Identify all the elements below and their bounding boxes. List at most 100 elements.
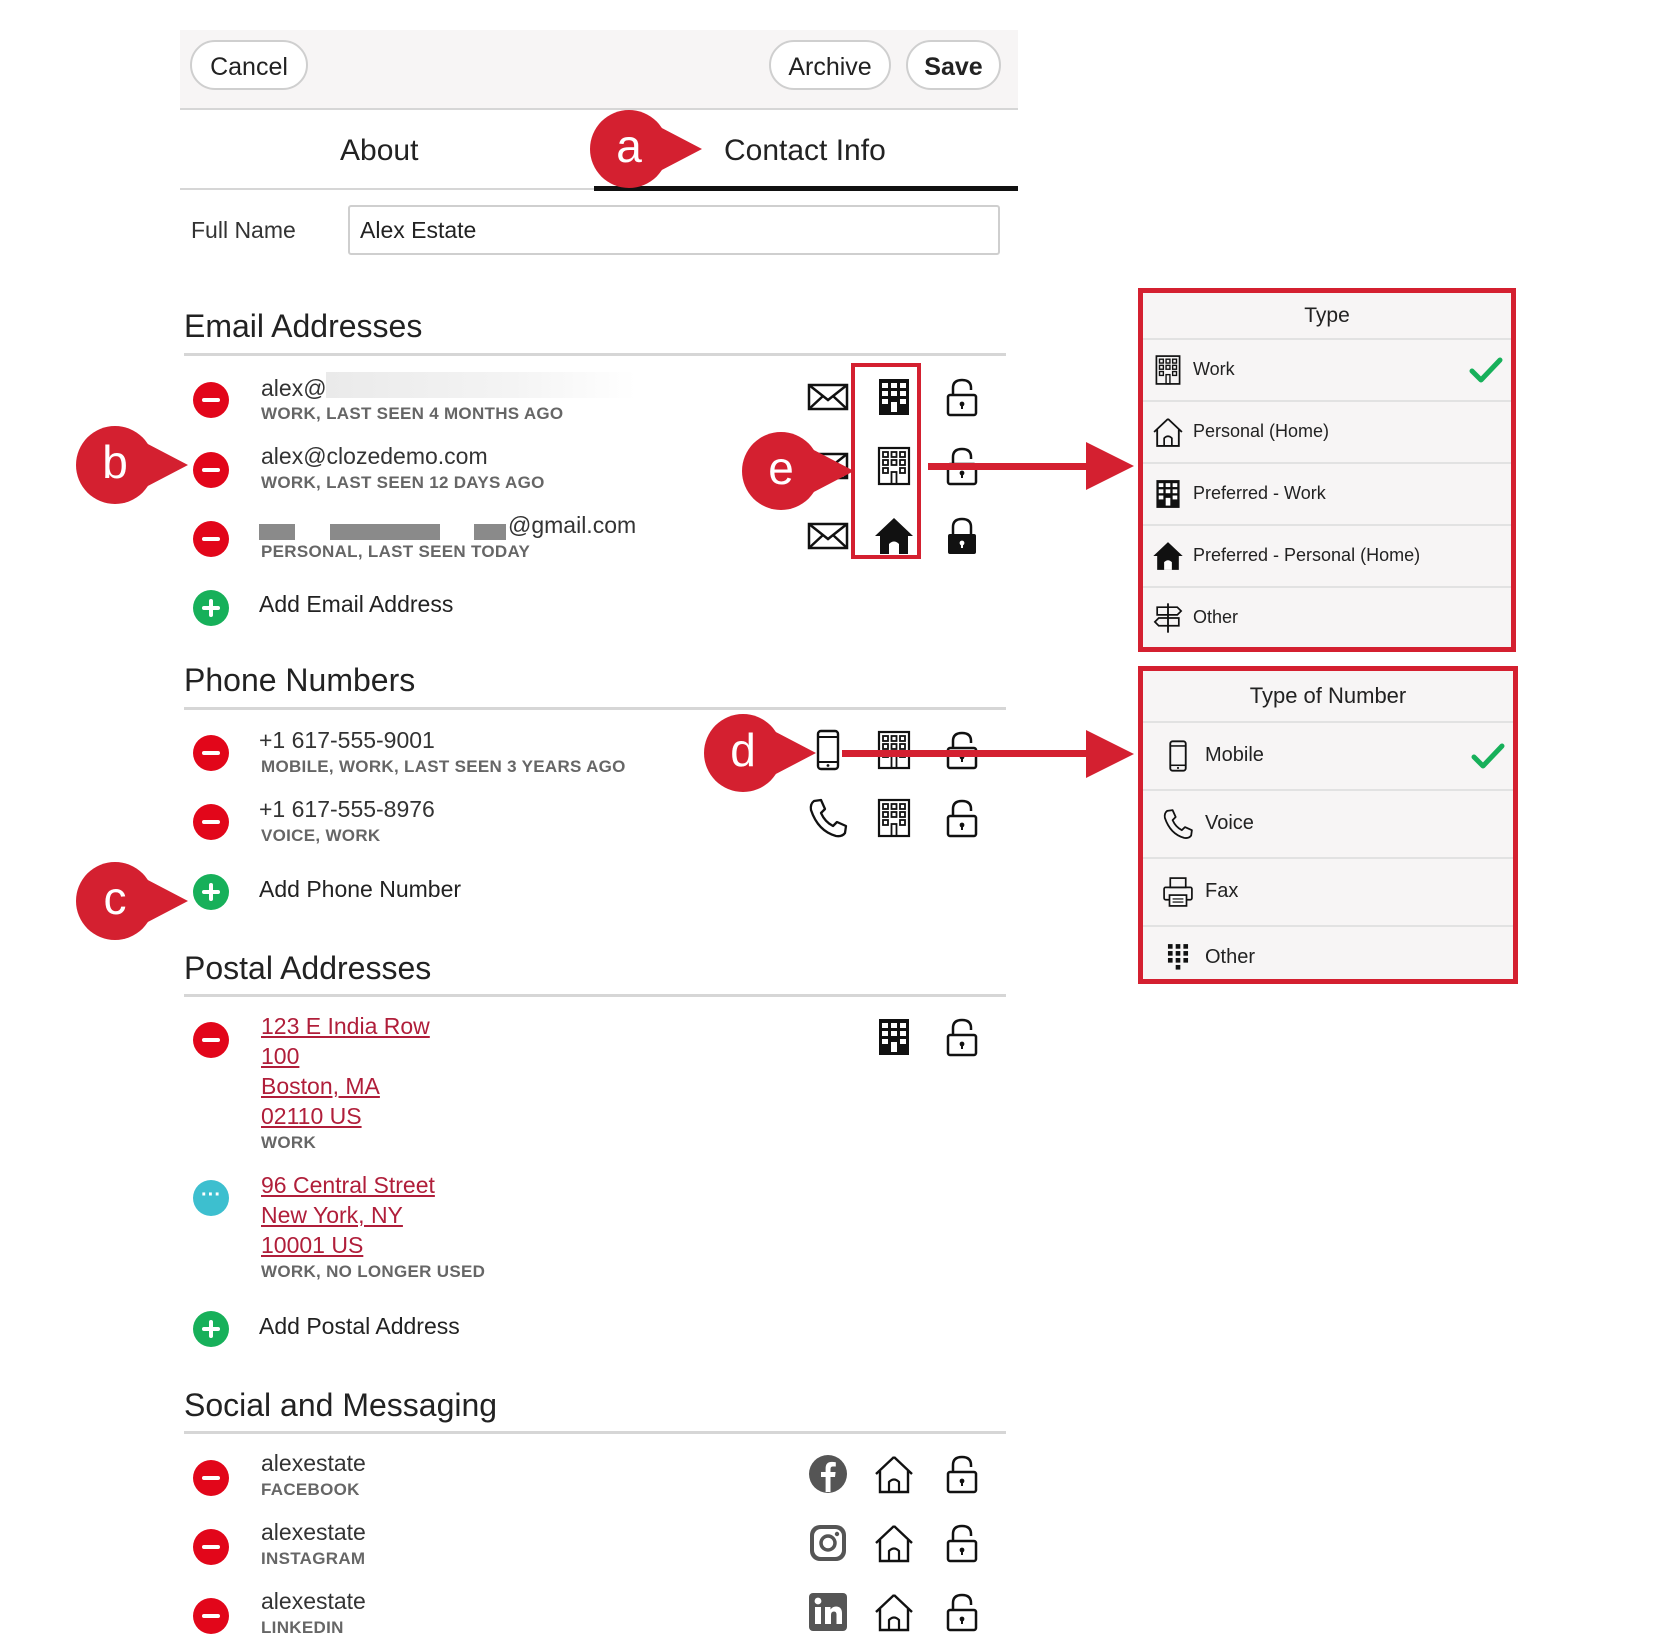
highlight-box [851,363,921,559]
remove-phone-button[interactable] [193,804,229,840]
social-handle[interactable]: alexestate [261,1519,366,1546]
lock-open-icon[interactable] [940,1015,984,1059]
number-option-mobile[interactable]: Mobile [1143,723,1513,791]
email-address[interactable]: @gmail.com [508,512,636,539]
email-meta: WORK, LAST SEEN 4 MONTHS AGO [261,404,564,423]
remove-email-button[interactable] [193,382,229,418]
remove-postal-button[interactable] [193,1022,229,1058]
add-phone-button[interactable] [193,874,229,910]
home-outline-icon[interactable] [872,1521,916,1565]
lock-open-icon[interactable] [940,375,984,419]
phone-meta: MOBILE, WORK, LAST SEEN 3 YEARS AGO [261,757,626,776]
lock-open-icon[interactable] [940,796,984,840]
remove-social-button[interactable] [193,1529,229,1565]
signpost-icon [1151,601,1185,635]
email-section-title: Email Addresses [184,308,423,344]
more-options-button[interactable]: ··· [193,1180,229,1216]
mobile-icon [1161,739,1195,773]
social-network: INSTAGRAM [261,1549,366,1568]
phone-section-divider [184,707,1006,710]
number-option-other[interactable]: Other [1143,927,1513,987]
tab-contact-info[interactable]: Contact Info [724,134,886,168]
type-option-work[interactable]: Work [1143,340,1511,402]
email-address[interactable]: alex@clozedemo.com [261,443,488,470]
email-address[interactable]: alex@ [261,375,327,402]
add-postal-button[interactable] [193,1311,229,1347]
linkedin-icon[interactable] [806,1590,850,1634]
building-outline-icon[interactable] [872,796,916,840]
address-line[interactable]: 96 Central Street [261,1172,435,1199]
lock-open-icon[interactable] [940,1521,984,1565]
lock-open-icon[interactable] [940,1590,984,1634]
social-network: FACEBOOK [261,1480,360,1499]
remove-social-button[interactable] [193,1598,229,1634]
annotation-badge-a: a [590,110,702,188]
address-line[interactable]: 10001 US [261,1232,363,1259]
number-option-fax[interactable]: Fax [1143,859,1513,927]
type-option-other[interactable]: Other [1143,588,1511,648]
building-icon[interactable] [872,1015,916,1059]
social-section-divider [184,1431,1006,1434]
type-option-preferred-work[interactable]: Preferred - Work [1143,464,1511,526]
envelope-icon[interactable] [806,514,850,558]
remove-email-button[interactable] [193,521,229,557]
email-meta: WORK, LAST SEEN 12 DAYS AGO [261,473,545,492]
home-outline-icon[interactable] [872,1590,916,1634]
phone-handset-icon[interactable] [806,796,850,840]
facebook-icon[interactable] [806,1452,850,1496]
remove-phone-button[interactable] [193,735,229,771]
redacted-pixel-block [474,524,506,540]
number-panel-title: Type of Number [1143,671,1513,723]
type-option-label: Personal (Home) [1193,421,1330,441]
arrow-head [1086,730,1134,778]
type-option-personal-home[interactable]: Personal (Home) [1143,402,1511,464]
annotation-badge-b: b [76,426,188,504]
add-phone-label[interactable]: Add Phone Number [259,876,461,903]
home-outline-icon[interactable] [872,1452,916,1496]
address-line[interactable]: New York, NY [261,1202,403,1229]
number-option-voice[interactable]: Voice [1143,791,1513,859]
type-option-preferred-personal-home[interactable]: Preferred - Personal (Home) [1143,526,1511,588]
lock-closed-icon[interactable] [940,514,984,558]
checkmark-icon [1469,355,1503,385]
type-panel-title: Type [1143,293,1511,340]
social-handle[interactable]: alexestate [261,1588,366,1615]
fax-icon [1161,875,1195,909]
instagram-icon[interactable] [806,1521,850,1565]
envelope-icon[interactable] [806,375,850,419]
type-dropdown-panel: Type Work Personal (Home) Preferred - Wo… [1138,288,1516,652]
number-option-label: Voice [1205,812,1254,834]
arrow-head [1086,442,1134,490]
number-type-dropdown-panel: Type of Number Mobile Voice Fax Other [1138,666,1518,984]
save-button[interactable]: Save [906,40,1001,90]
address-line[interactable]: 100 [261,1043,299,1070]
tab-about[interactable]: About [340,134,418,168]
add-email-button[interactable] [193,590,229,626]
postal-meta: WORK, NO LONGER USED [261,1262,486,1281]
redacted-pixel-block [330,524,440,540]
social-handle[interactable]: alexestate [261,1450,366,1477]
postal-section-title: Postal Addresses [184,950,432,986]
remove-social-button[interactable] [193,1460,229,1496]
address-line[interactable]: 02110 US [261,1103,362,1130]
remove-email-button[interactable] [193,452,229,488]
social-section-title: Social and Messaging [184,1387,498,1423]
phone-number[interactable]: +1 617-555-9001 [259,727,435,754]
phone-number[interactable]: +1 617-555-8976 [259,796,435,823]
address-line[interactable]: 123 E India Row [261,1013,430,1040]
add-postal-label[interactable]: Add Postal Address [259,1313,460,1340]
cancel-button[interactable]: Cancel [190,40,308,90]
checkmark-icon [1471,741,1505,771]
number-option-label: Other [1205,946,1256,968]
home-outline-icon [1151,415,1185,449]
annotation-badge-d: d [704,714,816,792]
address-line[interactable]: Boston, MA [261,1073,380,1100]
annotation-badge-c: c [76,862,188,940]
active-tab-indicator [594,186,1018,191]
lock-open-icon[interactable] [940,1452,984,1496]
arrow-shaft [842,750,1042,757]
add-email-label[interactable]: Add Email Address [259,591,453,618]
full-name-input[interactable] [348,205,1000,255]
arrow-shaft [928,463,1020,470]
archive-button[interactable]: Archive [769,40,891,90]
